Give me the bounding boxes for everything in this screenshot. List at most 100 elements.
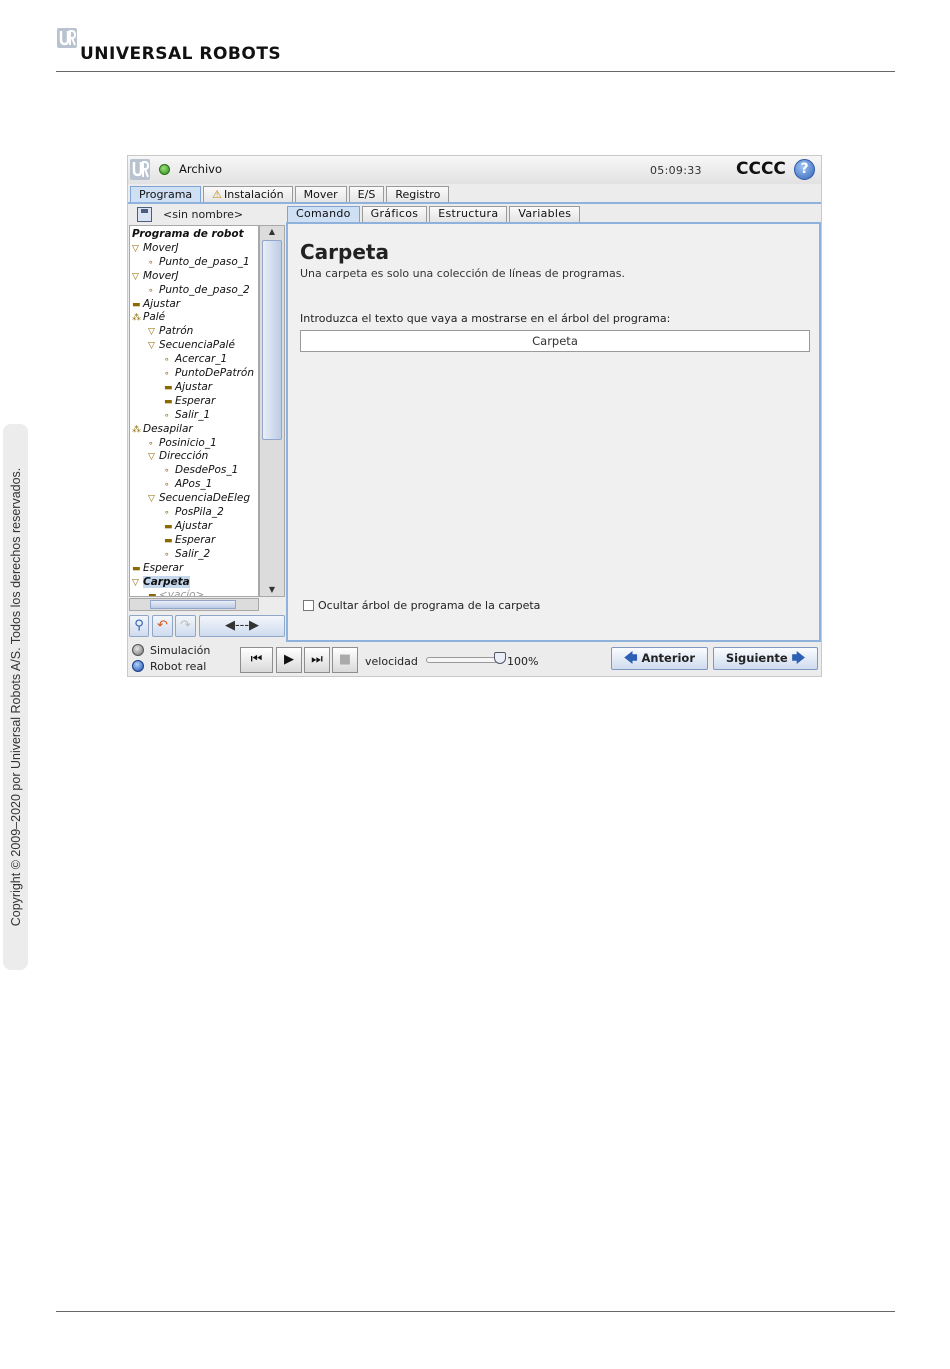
tree-node[interactable]: ▽ SecuenciaDeEleg [148, 491, 250, 505]
tab-mover[interactable]: Mover [294, 186, 347, 203]
tree-node[interactable]: ∘ Salir_1 [164, 408, 210, 422]
stop-button[interactable]: ■ [332, 647, 358, 673]
tree-node-icon: ▽ [148, 341, 155, 352]
tree-node-label: MoverJ [143, 241, 179, 254]
hide-tree-label: Ocultar árbol de programa de la carpeta [318, 599, 541, 612]
scroll-up-icon[interactable]: ▲ [260, 226, 284, 238]
hscroll-thumb[interactable] [150, 600, 236, 609]
folder-name-input[interactable] [300, 330, 810, 352]
tree-node-icon: ∘ [164, 480, 170, 491]
mode-real-robot[interactable]: Robot real [132, 660, 206, 674]
tree-node[interactable]: ∘ DesdePos_1 [164, 463, 238, 477]
tab-graficos[interactable]: Gráficos [361, 206, 428, 222]
previous-label: Anterior [641, 651, 696, 665]
tree-node[interactable]: ⁂ Palé [132, 310, 165, 324]
tree-node-label: Esperar [175, 394, 216, 407]
tree-horizontal-scrollbar[interactable] [129, 598, 259, 611]
brand-name: UNIVERSAL ROBOTS [80, 44, 282, 64]
scroll-thumb[interactable] [262, 240, 282, 440]
tree-node-icon: ∘ [164, 508, 170, 518]
program-tree[interactable]: Programa de robot ▽ MoverJ ∘ Punto_de_paso_1… [129, 225, 259, 597]
tree-node-icon: ▬ [164, 396, 173, 407]
footer-divider [56, 1311, 895, 1312]
warning-icon: ⚠ [212, 188, 223, 201]
tree-node[interactable]: ∘ APos_1 [164, 477, 212, 491]
tree-node[interactable]: ▬ Ajustar [164, 380, 212, 394]
clock: 05:09:33 [650, 164, 702, 177]
tree-node-icon: ▽ [132, 271, 139, 282]
tree-node[interactable]: ▽ SecuenciaPalé [148, 338, 235, 352]
robot-status-icon [159, 164, 170, 175]
tree-node-label: Acercar_1 [175, 353, 228, 366]
speed-slider-knob[interactable] [494, 652, 506, 664]
radio-real-icon[interactable] [132, 660, 144, 672]
tree-node[interactable]: ▬ Ajustar [164, 519, 212, 533]
tree-node-icon: ▬ [132, 299, 141, 310]
tab-registro[interactable]: Registro [386, 186, 450, 203]
node-title: Carpeta [300, 240, 389, 264]
tree-node-label: Ajustar [175, 380, 213, 393]
save-icon[interactable] [137, 207, 152, 222]
tree-node-label: SecuenciaDeEleg [159, 492, 251, 505]
tab-estructura[interactable]: Estructura [429, 206, 508, 222]
file-menu[interactable]: Archivo [179, 162, 222, 176]
tree-node-label: Salir_1 [175, 408, 211, 421]
tree-vertical-scrollbar[interactable]: ▲ ▼ [259, 225, 285, 597]
tree-node[interactable]: ▽ MoverJ [132, 241, 179, 255]
tree-node[interactable]: ∘ PosPila_2 [164, 505, 224, 519]
tab-es[interactable]: E/S [348, 186, 385, 203]
tree-node[interactable]: ▽ Carpeta [132, 575, 190, 589]
tree-node-icon: ▽ [148, 452, 155, 463]
tree-node-label: Punto_de_paso_1 [159, 255, 250, 268]
tree-node[interactable]: ▽ MoverJ [132, 269, 179, 283]
speed-slider[interactable] [426, 657, 498, 663]
ur-logo-icon [57, 28, 77, 48]
hide-tree-checkbox[interactable]: Ocultar árbol de programa de la carpeta [303, 599, 540, 612]
tree-node-label: PosPila_2 [175, 506, 224, 518]
tree-node[interactable]: ∘ PuntoDePatrón [164, 366, 254, 380]
radio-simulation-icon[interactable] [132, 644, 144, 656]
search-icon[interactable]: ⚲ [129, 615, 149, 637]
move-node-arrows-icon[interactable]: ◀---▶ [199, 615, 285, 637]
mode-simulation[interactable]: Simulación [132, 644, 210, 658]
speed-label: velocidad [365, 655, 418, 668]
tree-node-icon: ▬ [164, 382, 173, 393]
redo-icon[interactable]: ↷ [175, 615, 196, 637]
previous-button[interactable]: 🡄 Anterior [611, 647, 708, 670]
play-button[interactable]: ▶ [276, 647, 302, 673]
tree-node[interactable]: ▬ <vacío> [148, 588, 204, 596]
tree-node[interactable]: ▽ Patrón [148, 324, 193, 338]
tree-node[interactable]: ▽ Dirección [148, 449, 208, 463]
tab-instalacion[interactable]: ⚠ Instalación [203, 186, 293, 203]
tree-node[interactable]: ▬ Esperar [164, 394, 215, 408]
title-bar: Archivo 05:09:33 CCCC ? [128, 156, 821, 184]
step-button[interactable]: ⏭ [304, 647, 330, 673]
tab-comando[interactable]: Comando [287, 206, 360, 222]
scroll-down-icon[interactable]: ▼ [260, 584, 284, 596]
tree-node-icon: ∘ [148, 257, 154, 268]
tab-variables[interactable]: Variables [509, 206, 581, 222]
program-header: <sin nombre> [133, 206, 283, 224]
help-icon[interactable]: ? [794, 159, 815, 180]
tree-node-icon: ▬ [164, 521, 173, 532]
tree-node[interactable]: ▬ Esperar [164, 533, 215, 547]
tree-node-icon: ∘ [164, 410, 170, 421]
tree-node[interactable]: ⁂ Desapilar [132, 422, 193, 436]
bottom-bar: Simulación Robot real ⏮ ▶ ⏭ ■ velocidad … [128, 643, 821, 676]
undo-icon[interactable]: ↶ [152, 615, 173, 637]
rewind-button[interactable]: ⏮ [240, 647, 273, 673]
tree-node-label: Ajustar [143, 297, 181, 310]
checkbox-box[interactable] [303, 600, 314, 611]
tree-node-label: Palé [143, 311, 166, 324]
next-button[interactable]: Siguiente 🡆 [713, 647, 818, 670]
tree-node[interactable]: ∘ Punto_de_paso_1 [148, 255, 250, 269]
tree-node-icon: ∘ [164, 466, 170, 477]
tree-node[interactable]: ▬ Esperar [132, 561, 183, 575]
tab-programa[interactable]: Programa [130, 186, 202, 203]
tree-node[interactable]: ∘ Salir_2 [164, 547, 210, 561]
tree-node[interactable]: ∘ Posinicio_1 [148, 436, 217, 450]
arrow-right-icon: 🡆 [791, 651, 806, 666]
tree-node[interactable]: ▬ Ajustar [132, 297, 180, 311]
tree-node[interactable]: ∘ Punto_de_paso_2 [148, 283, 250, 297]
tree-node[interactable]: ∘ Acercar_1 [164, 352, 227, 366]
